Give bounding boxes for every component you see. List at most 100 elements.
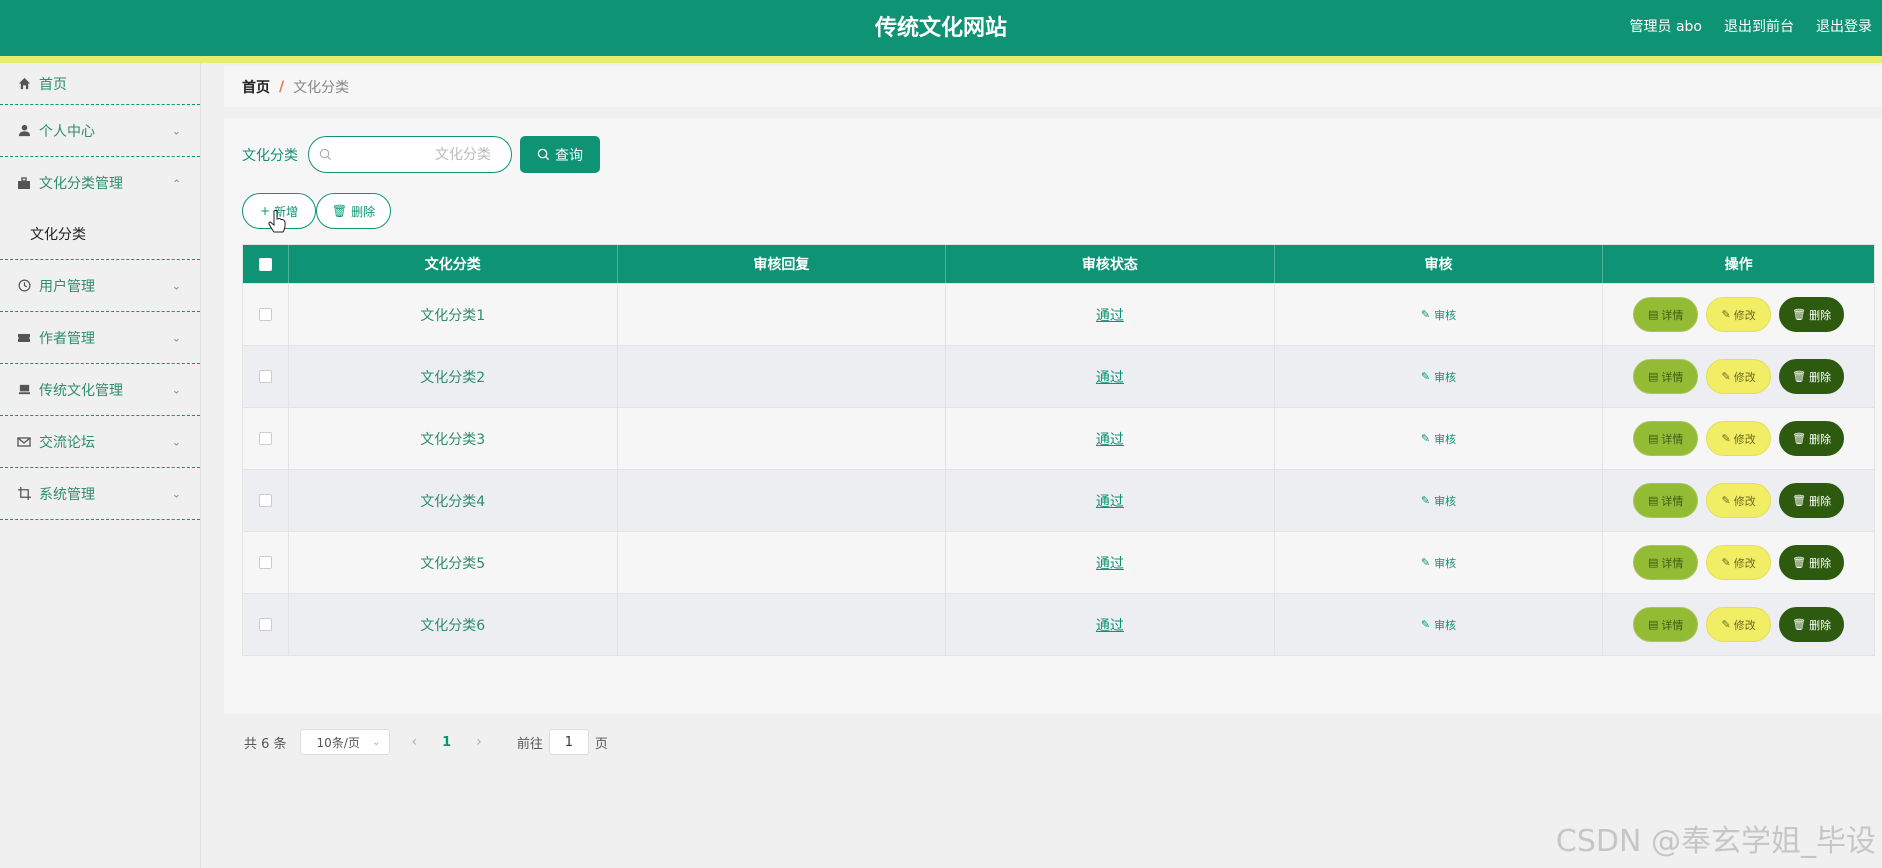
row-checkbox[interactable] <box>258 308 272 321</box>
review-link[interactable]: ✎ 审核 <box>1421 369 1456 385</box>
sidebar-item-label: 交流论坛 <box>39 434 95 451</box>
edit-button[interactable]: ✎ 修改 <box>1706 359 1772 394</box>
delete-button[interactable]: 🗑 删除 <box>1779 545 1845 580</box>
pencil-icon: ✎ <box>1721 618 1731 631</box>
pencil-icon: ✎ <box>1420 618 1431 631</box>
search-row: 文化分类 查询 <box>242 136 600 173</box>
edit-button[interactable]: ✎ 修改 <box>1706 483 1772 518</box>
edit-button[interactable]: ✎ 修改 <box>1706 545 1772 580</box>
category-cell: 文化分类6 <box>289 594 618 655</box>
detail-button[interactable]: ▤ 详情 <box>1633 483 1699 518</box>
trash-icon: 🗑 <box>1792 308 1807 321</box>
sidebar-item-user-mgmt[interactable]: 用户管理 ⌄ <box>0 260 200 312</box>
row-checkbox[interactable] <box>258 370 272 383</box>
review-cell: ✎ 审核 <box>1275 594 1604 655</box>
pencil-icon: ✎ <box>1721 494 1731 507</box>
edit-button[interactable]: ✎ 修改 <box>1706 607 1772 642</box>
status-cell: 通过 <box>946 532 1275 593</box>
delete-button[interactable]: 🗑 删除 <box>1779 607 1845 642</box>
batch-delete-button[interactable]: 🗑 删除 <box>316 193 391 229</box>
review-link[interactable]: ✎ 审核 <box>1421 555 1456 571</box>
review-label: 审核 <box>1434 308 1457 322</box>
select-all-checkbox[interactable] <box>258 257 272 271</box>
logout-link[interactable]: 退出登录 <box>1816 16 1872 36</box>
sidebar-item-culture-category-mgmt[interactable]: 文化分类管理 ⌄ <box>0 157 200 209</box>
actions-cell: ▤ 详情 ✎ 修改 🗑 删除 <box>1603 470 1874 531</box>
breadcrumb-home[interactable]: 首页 <box>242 77 270 97</box>
clock-icon <box>17 279 31 293</box>
query-button-label: 查询 <box>555 147 583 164</box>
admin-user-label[interactable]: 管理员 abo <box>1630 16 1702 36</box>
sidebar-item-system-mgmt[interactable]: 系统管理 ⌄ <box>0 468 200 520</box>
toolbar: + 新增 🗑 删除 <box>242 193 391 229</box>
sidebar-item-author-mgmt[interactable]: 作者管理 ⌄ <box>0 312 200 364</box>
next-page-button[interactable]: › <box>476 734 482 750</box>
review-cell: ✎ 审核 <box>1275 346 1604 407</box>
row-checkbox[interactable] <box>258 618 272 631</box>
page-size-value: 10条/页 <box>316 735 360 750</box>
delete-label: 删除 <box>1809 494 1832 508</box>
query-button[interactable]: 查询 <box>520 136 600 173</box>
sidebar-item-traditional-culture-mgmt[interactable]: 传统文化管理 ⌄ <box>0 364 200 416</box>
column-header[interactable]: 审核状态 <box>946 245 1275 283</box>
search-icon <box>319 148 332 161</box>
search-input[interactable] <box>309 137 511 172</box>
sidebar-item-personal-center[interactable]: 个人中心 ⌄ <box>0 105 200 157</box>
detail-button[interactable]: ▤ 详情 <box>1633 359 1699 394</box>
review-link[interactable]: ✎ 审核 <box>1421 493 1456 509</box>
review-link[interactable]: ✎ 审核 <box>1421 431 1456 447</box>
delete-label: 删除 <box>1809 370 1832 384</box>
delete-button[interactable]: 🗑 删除 <box>1779 421 1845 456</box>
delete-label: 删除 <box>1809 618 1832 632</box>
prev-page-button[interactable]: ‹ <box>412 734 418 750</box>
review-link[interactable]: ✎ 审核 <box>1421 617 1456 633</box>
document-icon: ▤ <box>1647 308 1659 321</box>
total-count: 共 6 条 <box>244 736 287 752</box>
column-header[interactable]: 审核 <box>1275 245 1604 283</box>
hand-cursor-icon <box>268 210 286 233</box>
delete-button[interactable]: 🗑 删除 <box>1779 483 1845 518</box>
detail-button[interactable]: ▤ 详情 <box>1633 421 1699 456</box>
status-cell: 通过 <box>946 284 1275 345</box>
page-size-select[interactable]: 10条/页 ⌄ <box>299 729 390 755</box>
column-header[interactable]: 审核回复 <box>618 245 947 283</box>
row-checkbox[interactable] <box>258 556 272 569</box>
table-row: 文化分类5 通过 ✎ 审核 ▤ 详情 ✎ 修改 🗑 删除 <box>243 531 1874 593</box>
mail-icon <box>17 435 31 449</box>
table-row: 文化分类2 通过 ✎ 审核 ▤ 详情 ✎ 修改 🗑 删除 <box>243 345 1874 407</box>
category-cell: 文化分类5 <box>289 532 618 593</box>
sidebar-item-home[interactable]: 首页 <box>0 63 200 105</box>
top-header: 传统文化网站 管理员 abo 退出到前台 退出登录 <box>0 0 1882 56</box>
pencil-icon: ✎ <box>1420 556 1431 569</box>
review-link[interactable]: ✎ 审核 <box>1421 307 1456 323</box>
delete-button[interactable]: 🗑 删除 <box>1779 359 1845 394</box>
detail-button[interactable]: ▤ 详情 <box>1633 607 1699 642</box>
row-checkbox[interactable] <box>258 432 272 445</box>
column-header[interactable]: 文化分类 <box>289 245 618 283</box>
category-name: 文化分类3 <box>420 431 486 448</box>
table-row: 文化分类3 通过 ✎ 审核 ▤ 详情 ✎ 修改 🗑 删除 <box>243 407 1874 469</box>
actions-cell: ▤ 详情 ✎ 修改 🗑 删除 <box>1603 346 1874 407</box>
chevron-up-icon: ⌄ <box>171 176 181 190</box>
detail-button[interactable]: ▤ 详情 <box>1633 297 1699 332</box>
goto-page-input[interactable]: 1 <box>548 729 589 755</box>
review-cell: ✎ 审核 <box>1275 284 1604 345</box>
pagination: 共 6 条 10条/页 ⌄ ‹ 1 › 前往 1 页 <box>244 729 608 755</box>
edit-button[interactable]: ✎ 修改 <box>1706 297 1772 332</box>
detail-button[interactable]: ▤ 详情 <box>1633 545 1699 580</box>
current-page-number[interactable]: 1 <box>442 735 451 750</box>
row-select-cell <box>243 408 289 469</box>
breadcrumb: 首页 / 文化分类 <box>224 66 1882 107</box>
back-to-frontend-link[interactable]: 退出到前台 <box>1724 16 1794 36</box>
search-label: 文化分类 <box>242 147 298 164</box>
review-cell: ✎ 审核 <box>1275 470 1604 531</box>
sidebar-subitem-culture-category[interactable]: 文化分类 <box>0 209 200 260</box>
edit-button[interactable]: ✎ 修改 <box>1706 421 1772 456</box>
delete-button-label: 删除 <box>351 204 376 219</box>
status-cell: 通过 <box>946 346 1275 407</box>
delete-button[interactable]: 🗑 删除 <box>1779 297 1845 332</box>
sidebar-item-forum[interactable]: 交流论坛 ⌄ <box>0 416 200 468</box>
row-checkbox[interactable] <box>258 494 272 507</box>
row-select-cell <box>243 594 289 655</box>
document-icon: ▤ <box>1647 432 1659 445</box>
